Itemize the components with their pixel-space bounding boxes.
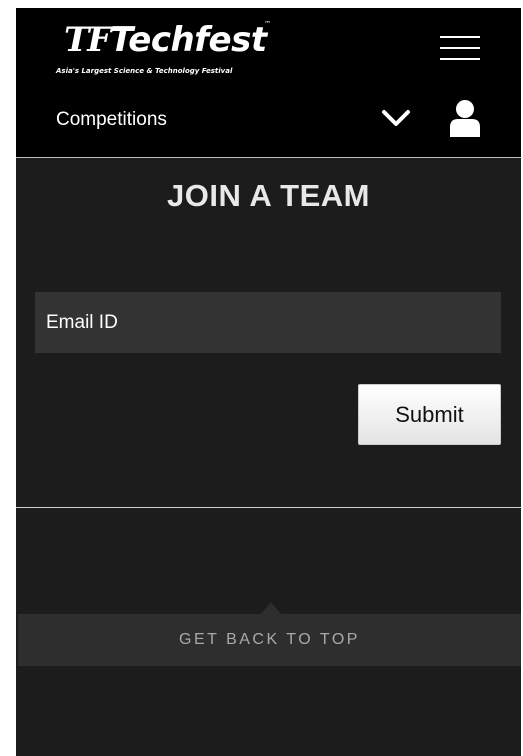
back-to-top-button[interactable]: GET BACK TO TOP xyxy=(18,602,521,666)
nav-section-label[interactable]: Competitions xyxy=(56,109,167,131)
header-divider xyxy=(16,157,521,158)
trademark-symbol: ™ xyxy=(264,20,271,28)
hamburger-menu-icon[interactable] xyxy=(440,36,482,64)
email-field[interactable] xyxy=(35,292,501,353)
logo-wordmark: Techfest xyxy=(110,20,267,60)
menu-bar xyxy=(440,58,480,60)
app-viewport: TF Techfest ™ Asia's Largest Science & T… xyxy=(16,8,521,756)
back-to-top-label: GET BACK TO TOP xyxy=(179,631,360,648)
techfest-logo[interactable]: TF Techfest ™ Asia's Largest Science & T… xyxy=(54,18,284,78)
chevron-down-icon[interactable] xyxy=(379,107,413,129)
user-profile-icon[interactable] xyxy=(448,99,482,137)
logo-mark: TF xyxy=(64,20,111,60)
menu-bar xyxy=(440,36,480,38)
submit-button[interactable]: Submit xyxy=(358,384,501,445)
menu-bar xyxy=(440,47,480,49)
content-divider xyxy=(16,507,521,508)
site-header: TF Techfest ™ Asia's Largest Science & T… xyxy=(16,8,521,158)
logo-tagline: Asia's Largest Science & Technology Fest… xyxy=(56,67,233,75)
up-arrow-icon xyxy=(261,602,281,614)
page-title: JOIN A TEAM xyxy=(167,178,370,213)
